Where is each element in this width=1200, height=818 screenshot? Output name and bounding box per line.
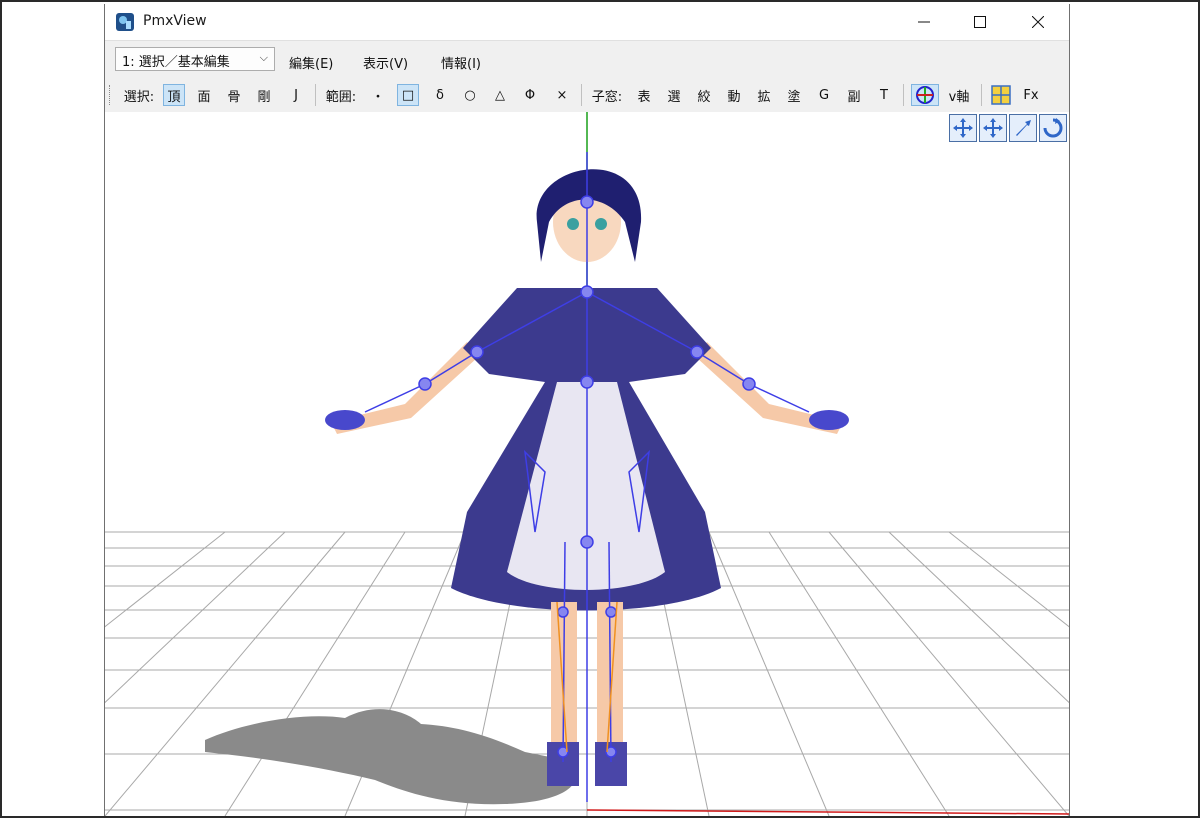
range-phi-button[interactable]: Φ — [519, 84, 541, 106]
subwin-t-button[interactable]: T — [873, 84, 895, 106]
subwin-sub-button[interactable]: 副 — [843, 84, 865, 106]
menu-bar: 1: 選択／基本編集 ⌵ 編集(E) 表示(V) 情報(I) — [105, 40, 1069, 77]
toolbar-separator — [903, 84, 904, 106]
range-triangle-button[interactable]: △ — [489, 84, 511, 106]
toolbar-separator — [315, 84, 316, 106]
maximize-button[interactable] — [951, 4, 1009, 40]
minimize-icon — [918, 21, 930, 23]
move-xy-icon — [953, 118, 973, 138]
mode-selector-value: 1: 選択／基本編集 — [122, 55, 230, 70]
subwin-table-button[interactable]: 表 — [633, 84, 655, 106]
v-axis-button[interactable]: v軸 — [943, 84, 975, 106]
close-icon — [1032, 16, 1044, 28]
subwin-scale-button[interactable]: 拡 — [753, 84, 775, 106]
move-xz-icon — [983, 118, 1003, 138]
right-hand — [809, 410, 849, 430]
range-point-button[interactable]: ・ — [367, 84, 389, 106]
menu-info[interactable]: 情報(I) — [441, 53, 481, 72]
fx-button[interactable]: Fx — [1019, 84, 1043, 106]
move-xy-button[interactable] — [949, 114, 977, 142]
rotate-button[interactable] — [1039, 114, 1067, 142]
pmxview-window: PmxView 1: 選択／基本編集 ⌵ 編集(E) 表示(V) 情報(I) 選… — [104, 4, 1070, 816]
subwin-g-button[interactable]: G — [813, 84, 835, 106]
move-z-button[interactable] — [1009, 114, 1037, 142]
select-rigidbody-button[interactable]: 剛 — [253, 84, 275, 106]
viewport-toolbox — [949, 114, 1067, 142]
pmxview-app-icon — [116, 13, 134, 31]
character-shadow — [205, 709, 578, 805]
3d-viewport[interactable] — [105, 112, 1069, 816]
select-joint-button[interactable]: J — [285, 84, 307, 106]
layout-button[interactable] — [989, 84, 1013, 106]
mode-selector[interactable]: 1: 選択／基本編集 ⌵ — [115, 47, 275, 71]
rotate-icon — [1043, 118, 1063, 138]
toolbar-separator — [981, 84, 982, 106]
range-circle-button[interactable]: ○ — [459, 84, 481, 106]
scene-canvas[interactable] — [105, 112, 1069, 816]
move-xz-button[interactable] — [979, 114, 1007, 142]
close-button[interactable] — [1009, 4, 1067, 40]
subwindow-label: 子窓: — [591, 89, 623, 105]
subwin-filter-button[interactable]: 絞 — [693, 84, 715, 106]
range-rect-button[interactable]: □ — [397, 84, 419, 106]
select-label: 選択: — [123, 89, 155, 105]
select-face-button[interactable]: 面 — [193, 84, 215, 106]
bone-overlay[interactable] — [364, 152, 810, 802]
right-eye — [595, 218, 607, 230]
window-title: PmxView — [143, 13, 207, 29]
toolbar: 選択: 頂 面 骨 剛 J 範囲: ・ □ δ ○ △ Φ × 子窓: 表 選 … — [105, 76, 1069, 113]
menu-edit[interactable]: 編集(E) — [289, 53, 333, 72]
chevron-down-icon: ⌵ — [259, 51, 268, 64]
subwin-paint-button[interactable]: 塗 — [783, 84, 805, 106]
minimize-button[interactable] — [895, 4, 953, 40]
range-delta-button[interactable]: δ — [429, 84, 451, 106]
left-eye — [567, 218, 579, 230]
axis-gizmo-icon — [916, 86, 934, 104]
move-z-icon — [1016, 120, 1031, 136]
title-bar[interactable]: PmxView — [105, 4, 1069, 40]
toolbar-grip[interactable] — [109, 85, 113, 105]
quad-view-icon — [991, 85, 1011, 105]
subwin-move-button[interactable]: 動 — [723, 84, 745, 106]
range-clear-button[interactable]: × — [551, 84, 573, 106]
toolbar-separator — [581, 84, 582, 106]
subwin-select-button[interactable]: 選 — [663, 84, 685, 106]
menu-view[interactable]: 表示(V) — [363, 53, 408, 72]
range-label: 範囲: — [325, 89, 357, 105]
left-hand — [325, 410, 365, 430]
axis-gizmo-button[interactable] — [911, 84, 939, 106]
maximize-icon — [974, 16, 986, 28]
select-bone-button[interactable]: 骨 — [223, 84, 245, 106]
select-vertex-button[interactable]: 頂 — [163, 84, 185, 106]
